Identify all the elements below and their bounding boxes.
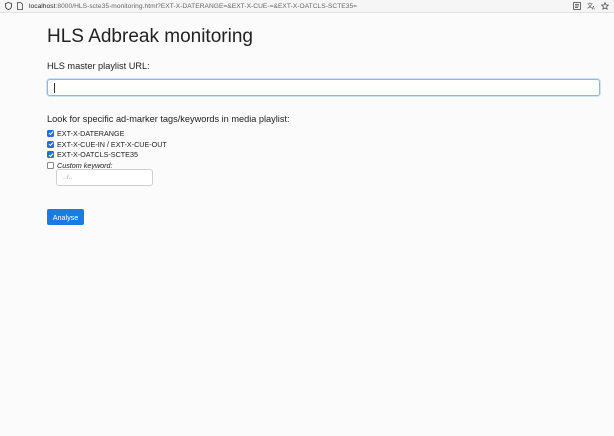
url-path: :8000/HLS-scte35-monitoring.html?EXT-X-D… [55,2,358,10]
checkbox-daterange[interactable] [47,129,54,137]
checkbox-custom[interactable] [47,161,54,169]
svg-text:A: A [592,6,595,11]
url-host: localhost [29,2,56,10]
shield-icon[interactable] [3,1,13,11]
option-label: EXT-X-OATCLS-SCTE35 [57,150,138,160]
option-ext-x-cue[interactable]: EXT-X-CUE-IN / EXT-X-CUE-OUT [47,139,167,150]
option-label: EXT-X-CUE-IN / EXT-X-CUE-OUT [57,139,167,149]
playlist-url-input[interactable] [47,79,600,96]
translate-icon[interactable]: 文A [586,1,596,11]
option-ext-x-oatcls-scte35[interactable]: EXT-X-OATCLS-SCTE35 [47,149,167,160]
page-title: HLS Adbreak monitoring [47,26,253,47]
checkbox-oatcls[interactable] [47,151,54,159]
page-icon [15,1,25,11]
keywords-label: Look for specific ad-marker tags/keyword… [47,114,290,124]
keyword-options: EXT-X-DATERANGE EXT-X-CUE-IN / EXT-X-CUE… [47,128,167,171]
bookmark-star-icon[interactable] [600,1,610,11]
address-bar[interactable]: localhost:8000/HLS-scte35-monitoring.htm… [29,3,357,10]
custom-keyword-input[interactable] [56,169,153,186]
reader-view-icon[interactable] [572,1,582,11]
option-ext-x-daterange[interactable]: EXT-X-DATERANGE [47,128,167,139]
checkbox-cue[interactable] [47,140,54,148]
browser-url-bar: localhost:8000/HLS-scte35-monitoring.htm… [0,0,614,13]
url-field-label: HLS master playlist URL: [47,61,150,71]
text-caret [54,83,55,93]
analyse-button[interactable]: Analyse [47,209,84,225]
option-label: EXT-X-DATERANGE [57,128,125,138]
